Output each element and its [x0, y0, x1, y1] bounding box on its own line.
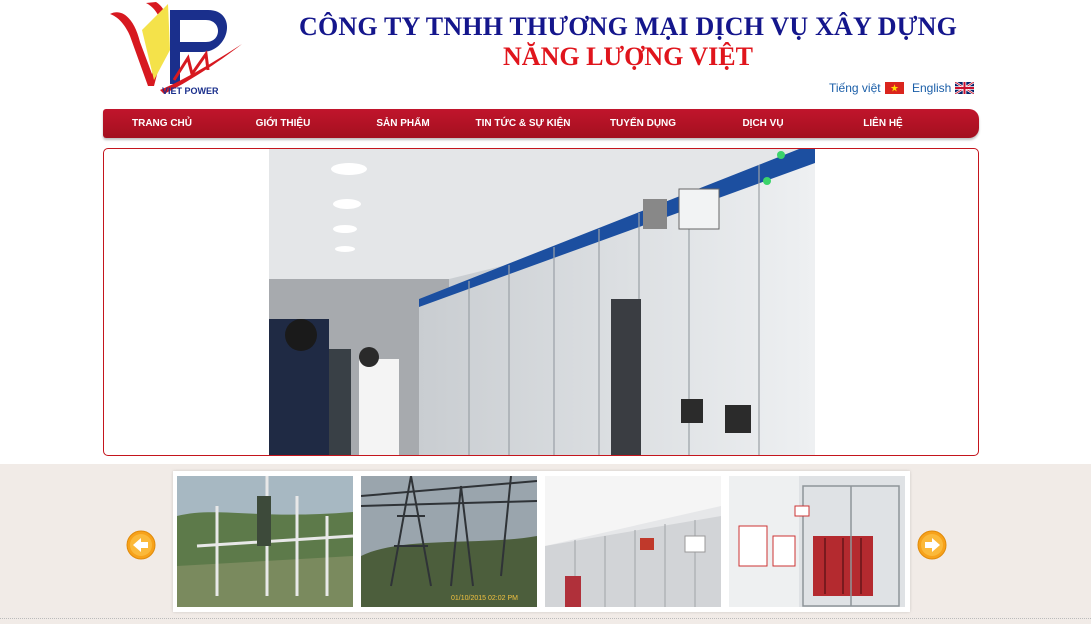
thumbnail-substation-outdoor[interactable]	[177, 476, 353, 607]
banner-switchgear-photo[interactable]	[269, 149, 815, 456]
language-vietnamese[interactable]: Tiếng việt	[829, 81, 904, 95]
nav-item-about[interactable]: GIỚI THIỆU	[225, 109, 341, 138]
language-label: English	[912, 81, 952, 95]
banner	[103, 148, 979, 456]
thumbnail-timestamp: 01/10/2015 02:02 PM	[451, 595, 518, 602]
page: VIET POWER CÔNG TY TNHH THƯƠNG MẠI DỊCH …	[0, 0, 1091, 632]
logo-text: VIET POWER	[162, 86, 219, 96]
nav-item-contact[interactable]: LIÊN HỆ	[825, 109, 941, 138]
language-english[interactable]: English	[912, 81, 975, 95]
thumbnail-substation-towers[interactable]: 01/10/2015 02:02 PM	[361, 476, 537, 607]
thumbnail-transformer-cage[interactable]	[729, 476, 905, 607]
uk-flag-icon	[955, 82, 975, 94]
arrow-right-icon[interactable]	[917, 530, 947, 560]
nav-item-products[interactable]: SẢN PHẨM	[345, 109, 461, 138]
company-name-line2: NĂNG LƯỢNG VIỆT	[503, 42, 753, 71]
divider	[0, 618, 1091, 619]
language-label: Tiếng việt	[829, 81, 881, 95]
company-name-line1: CÔNG TY TNHH THƯƠNG MẠI DỊCH VỤ XÂY DỰNG	[298, 12, 958, 41]
nav-item-careers[interactable]: TUYỂN DỤNG	[585, 109, 701, 138]
thumbnail-switchgear-room[interactable]	[545, 476, 721, 607]
nav-item-services[interactable]: DỊCH VỤ	[705, 109, 821, 138]
arrow-left-icon[interactable]	[126, 530, 156, 560]
viet-power-logo[interactable]: VIET POWER	[104, 0, 244, 98]
vietnam-flag-icon	[884, 82, 904, 94]
nav-item-home[interactable]: TRANG CHỦ	[103, 109, 221, 138]
nav-item-news[interactable]: TIN TỨC & SỰ KIỆN	[463, 109, 583, 138]
gallery-thumbnails: 01/10/2015 02:02 PM	[173, 471, 910, 612]
main-nav: TRANG CHỦ GIỚI THIỆU SẢN PHẨM TIN TỨC & …	[103, 109, 979, 138]
